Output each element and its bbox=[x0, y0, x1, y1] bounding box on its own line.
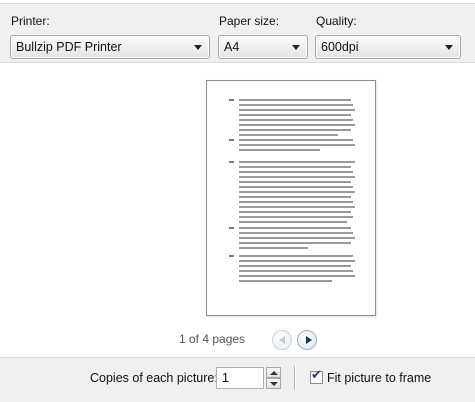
text-line bbox=[239, 260, 355, 262]
paper-size-label: Paper size: bbox=[219, 14, 280, 28]
page-paragraph bbox=[229, 99, 357, 139]
text-line bbox=[239, 171, 353, 173]
text-line bbox=[239, 206, 355, 208]
text-line bbox=[239, 119, 353, 121]
chevron-down-icon bbox=[292, 45, 300, 50]
text-line bbox=[239, 275, 355, 277]
print-options-bar: Printer: Bullzip PDF Printer Paper size:… bbox=[0, 4, 475, 62]
text-line bbox=[239, 99, 351, 101]
chevron-down-icon bbox=[270, 382, 278, 386]
page-paragraph bbox=[229, 227, 357, 252]
text-line bbox=[239, 166, 351, 168]
copies-input[interactable] bbox=[216, 367, 264, 389]
paragraph-number bbox=[229, 255, 234, 257]
quality-label: Quality: bbox=[316, 14, 357, 28]
text-line bbox=[239, 211, 351, 213]
page-paragraph bbox=[229, 161, 357, 226]
arrow-left-icon bbox=[279, 336, 285, 344]
copies-label: Copies of each picture: bbox=[90, 371, 218, 385]
text-line bbox=[239, 237, 355, 239]
text-line bbox=[239, 104, 353, 106]
divider bbox=[294, 366, 295, 390]
chevron-up-icon bbox=[270, 371, 278, 375]
page-thumbnail bbox=[206, 80, 376, 316]
next-page-button[interactable] bbox=[297, 330, 317, 350]
text-line bbox=[239, 109, 355, 111]
paragraph-number bbox=[229, 99, 234, 101]
printer-value: Bullzip PDF Printer bbox=[16, 40, 122, 54]
previous-page-button[interactable] bbox=[272, 330, 292, 350]
fit-picture-checkbox[interactable]: ✔ bbox=[310, 368, 323, 384]
page-paragraph bbox=[229, 139, 357, 154]
page-paragraph bbox=[229, 255, 357, 285]
copies-increment-button[interactable] bbox=[266, 367, 281, 378]
checkmark-icon: ✔ bbox=[311, 368, 322, 383]
text-line bbox=[239, 242, 351, 244]
printer-label: Printer: bbox=[11, 14, 50, 28]
text-line bbox=[239, 265, 351, 267]
text-line bbox=[239, 139, 353, 141]
text-line bbox=[239, 124, 355, 126]
quality-select[interactable]: 600dpi bbox=[315, 35, 461, 59]
copies-decrement-button[interactable] bbox=[266, 378, 281, 389]
page-count: 1 of 4 pages bbox=[179, 332, 246, 346]
text-line bbox=[239, 161, 355, 163]
text-line bbox=[239, 201, 353, 203]
text-line bbox=[239, 227, 351, 229]
paper-size-value: A4 bbox=[224, 40, 240, 54]
text-line bbox=[239, 221, 347, 223]
text-line bbox=[239, 186, 353, 188]
chevron-down-icon bbox=[445, 45, 453, 50]
print-preview-area: 1 of 4 pages bbox=[0, 62, 475, 358]
text-line bbox=[239, 114, 351, 116]
quality-value: 600dpi bbox=[321, 40, 359, 54]
text-line bbox=[239, 176, 355, 178]
paragraph-number bbox=[229, 139, 234, 141]
paragraph-number bbox=[229, 227, 234, 229]
printer-select[interactable]: Bullzip PDF Printer bbox=[10, 35, 210, 59]
paper-size-select[interactable]: A4 bbox=[218, 35, 308, 59]
text-line bbox=[239, 247, 308, 249]
text-line bbox=[239, 149, 320, 151]
bottom-bar: Copies of each picture: ✔ Fit picture to… bbox=[0, 359, 475, 402]
text-line bbox=[239, 216, 353, 218]
text-line bbox=[239, 134, 338, 136]
text-line bbox=[239, 129, 351, 131]
text-line bbox=[239, 196, 351, 198]
text-line bbox=[239, 255, 353, 257]
paragraph-number bbox=[229, 161, 234, 163]
text-line bbox=[239, 191, 355, 193]
text-line bbox=[239, 280, 332, 282]
text-line bbox=[239, 144, 355, 146]
chevron-down-icon bbox=[194, 45, 202, 50]
text-line bbox=[239, 270, 353, 272]
fit-picture-label[interactable]: Fit picture to frame bbox=[327, 371, 431, 385]
text-line bbox=[239, 232, 353, 234]
arrow-right-icon bbox=[306, 336, 312, 344]
text-line bbox=[239, 181, 351, 183]
